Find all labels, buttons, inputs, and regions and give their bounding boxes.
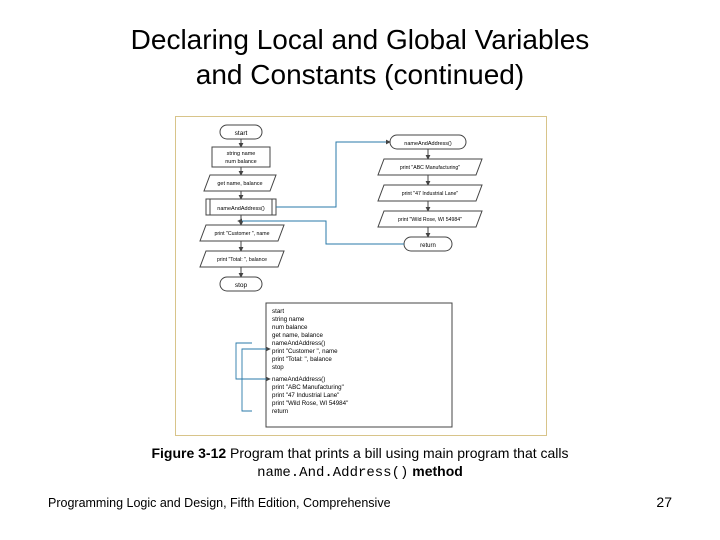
caption-code: name.And.Address(): [257, 465, 408, 481]
pc-l6: print "Customer ", name: [272, 348, 338, 355]
node-sub-head: nameAndAddress(): [404, 141, 452, 147]
node-out1: print "Customer ", name: [214, 231, 269, 237]
pc-l10: print "ABC Manufacturing": [272, 384, 344, 391]
slide-title: Declaring Local and Global Variables and…: [0, 22, 720, 92]
pc-l11: print "47 Industrial Lane": [272, 392, 339, 399]
node-io1: get name, balance: [217, 181, 262, 187]
flowchart-svg: start string name num balance get name, …: [176, 117, 546, 435]
pc-l8: stop: [272, 364, 284, 371]
node-return: return: [420, 243, 436, 249]
pc-l13: return: [272, 408, 289, 415]
title-line-1: Declaring Local and Global Variables: [131, 24, 590, 55]
pc-l7: print "Total: ", balance: [272, 356, 332, 363]
node-p1: print "ABC Manufacturing": [400, 165, 460, 171]
page-number: 27: [656, 494, 672, 510]
node-decl1: string name: [227, 151, 256, 157]
footer-text: Programming Logic and Design, Fifth Edit…: [48, 496, 391, 510]
caption-prefix: Figure 3-12: [151, 445, 226, 461]
node-call1: nameAndAddress(): [217, 206, 265, 212]
node-decl2: num balance: [225, 159, 257, 165]
node-out2: print "Total: ", balance: [217, 257, 267, 263]
caption-body: Program that prints a bill using main pr…: [226, 445, 568, 461]
pc-l9: nameAndAddress(): [272, 376, 325, 383]
node-p2: print "47 Industrial Lane": [402, 191, 459, 197]
pc-l1: start: [272, 308, 284, 315]
pc-l3: num balance: [272, 324, 308, 331]
pc-l5: nameAndAddress(): [272, 340, 325, 347]
pc-l12: print "Wild Rose, WI 54984": [272, 400, 348, 407]
figure-frame: start string name num balance get name, …: [175, 116, 547, 436]
node-p3: print "Wild Rose, WI 54984": [398, 217, 462, 223]
caption-body2: method: [408, 463, 462, 479]
pc-l4: get name, balance: [272, 332, 323, 339]
figure-caption: Figure 3-12 Program that prints a bill u…: [0, 444, 720, 482]
title-line-2: and Constants (continued): [196, 59, 524, 90]
node-start: start: [235, 130, 248, 137]
node-stop: stop: [235, 282, 248, 289]
slide: Declaring Local and Global Variables and…: [0, 0, 720, 540]
pc-l2: string name: [272, 316, 305, 323]
